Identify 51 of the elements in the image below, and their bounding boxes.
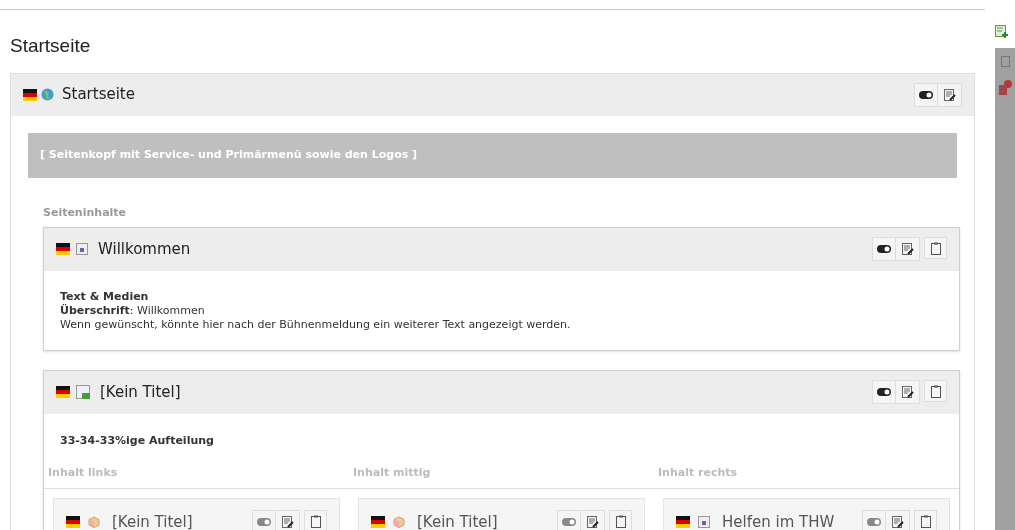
column-label: Inhalt rechts [658, 466, 738, 479]
edit-icon [281, 516, 294, 528]
toggle-icon [919, 90, 933, 99]
german-flag-icon [66, 515, 80, 529]
cube-icon [393, 516, 405, 528]
element-type: Text & Medien [60, 289, 150, 304]
toggle-icon [867, 518, 881, 526]
section-label: Seiteninhalte [43, 205, 127, 219]
toggle-icon [257, 518, 271, 526]
add-content-icon [994, 25, 1008, 38]
edit-icon [586, 516, 599, 528]
element-title: [Kein Titel] [417, 511, 499, 530]
cube-icon [88, 516, 100, 528]
content-element-icon [76, 243, 88, 255]
clipboard-icon [1000, 56, 1010, 67]
clipboard-button[interactable] [924, 237, 947, 259]
german-flag-icon [371, 515, 385, 529]
german-flag-icon [56, 242, 70, 256]
globe-icon [41, 88, 54, 101]
edit-icon [943, 88, 956, 101]
header-field: Überschrift: Willkommen [60, 303, 943, 318]
element-title: Willkommen [98, 238, 192, 260]
edit-icon [901, 386, 914, 398]
clipboard-icon [310, 514, 321, 528]
element-title: Helfen im THW [722, 511, 836, 530]
clipboard-icon [615, 514, 626, 528]
german-flag-icon [56, 385, 70, 399]
body-text: Wenn gewünscht, könnte hier nach der Bühnenmeldung ein weiterer Text angezeigt werden. [60, 317, 572, 332]
clipboard-button[interactable] [914, 510, 937, 530]
clipboard-icon [930, 384, 941, 398]
toggle-icon [877, 245, 891, 253]
column-label: Inhalt links [48, 466, 118, 479]
clipboard-icon [920, 514, 931, 528]
toggle-icon [877, 388, 891, 396]
german-flag-icon [23, 87, 37, 102]
clipboard-button[interactable] [924, 380, 947, 402]
element-title: [Kein Titel] [112, 511, 194, 530]
element-type: 33-34-33%ige Aufteilung [59, 432, 215, 449]
panel-title: Startseite [62, 84, 136, 106]
clipboard-icon [930, 241, 941, 255]
element-title: [Kein Titel] [100, 381, 182, 403]
edit-icon [891, 516, 904, 528]
page-heading: Startseite [9, 34, 92, 58]
edit-icon [901, 243, 914, 255]
grid-element-icon [76, 385, 90, 399]
clipboard-button[interactable] [304, 510, 327, 530]
toggle-icon [562, 518, 576, 526]
column-label: Inhalt mittig [353, 466, 431, 479]
german-flag-icon [676, 515, 690, 529]
header-block: [ Seitenkopf mit Service- und Primärmenü sowie den Logos ] [28, 132, 957, 178]
clipboard-button[interactable] [609, 510, 632, 530]
